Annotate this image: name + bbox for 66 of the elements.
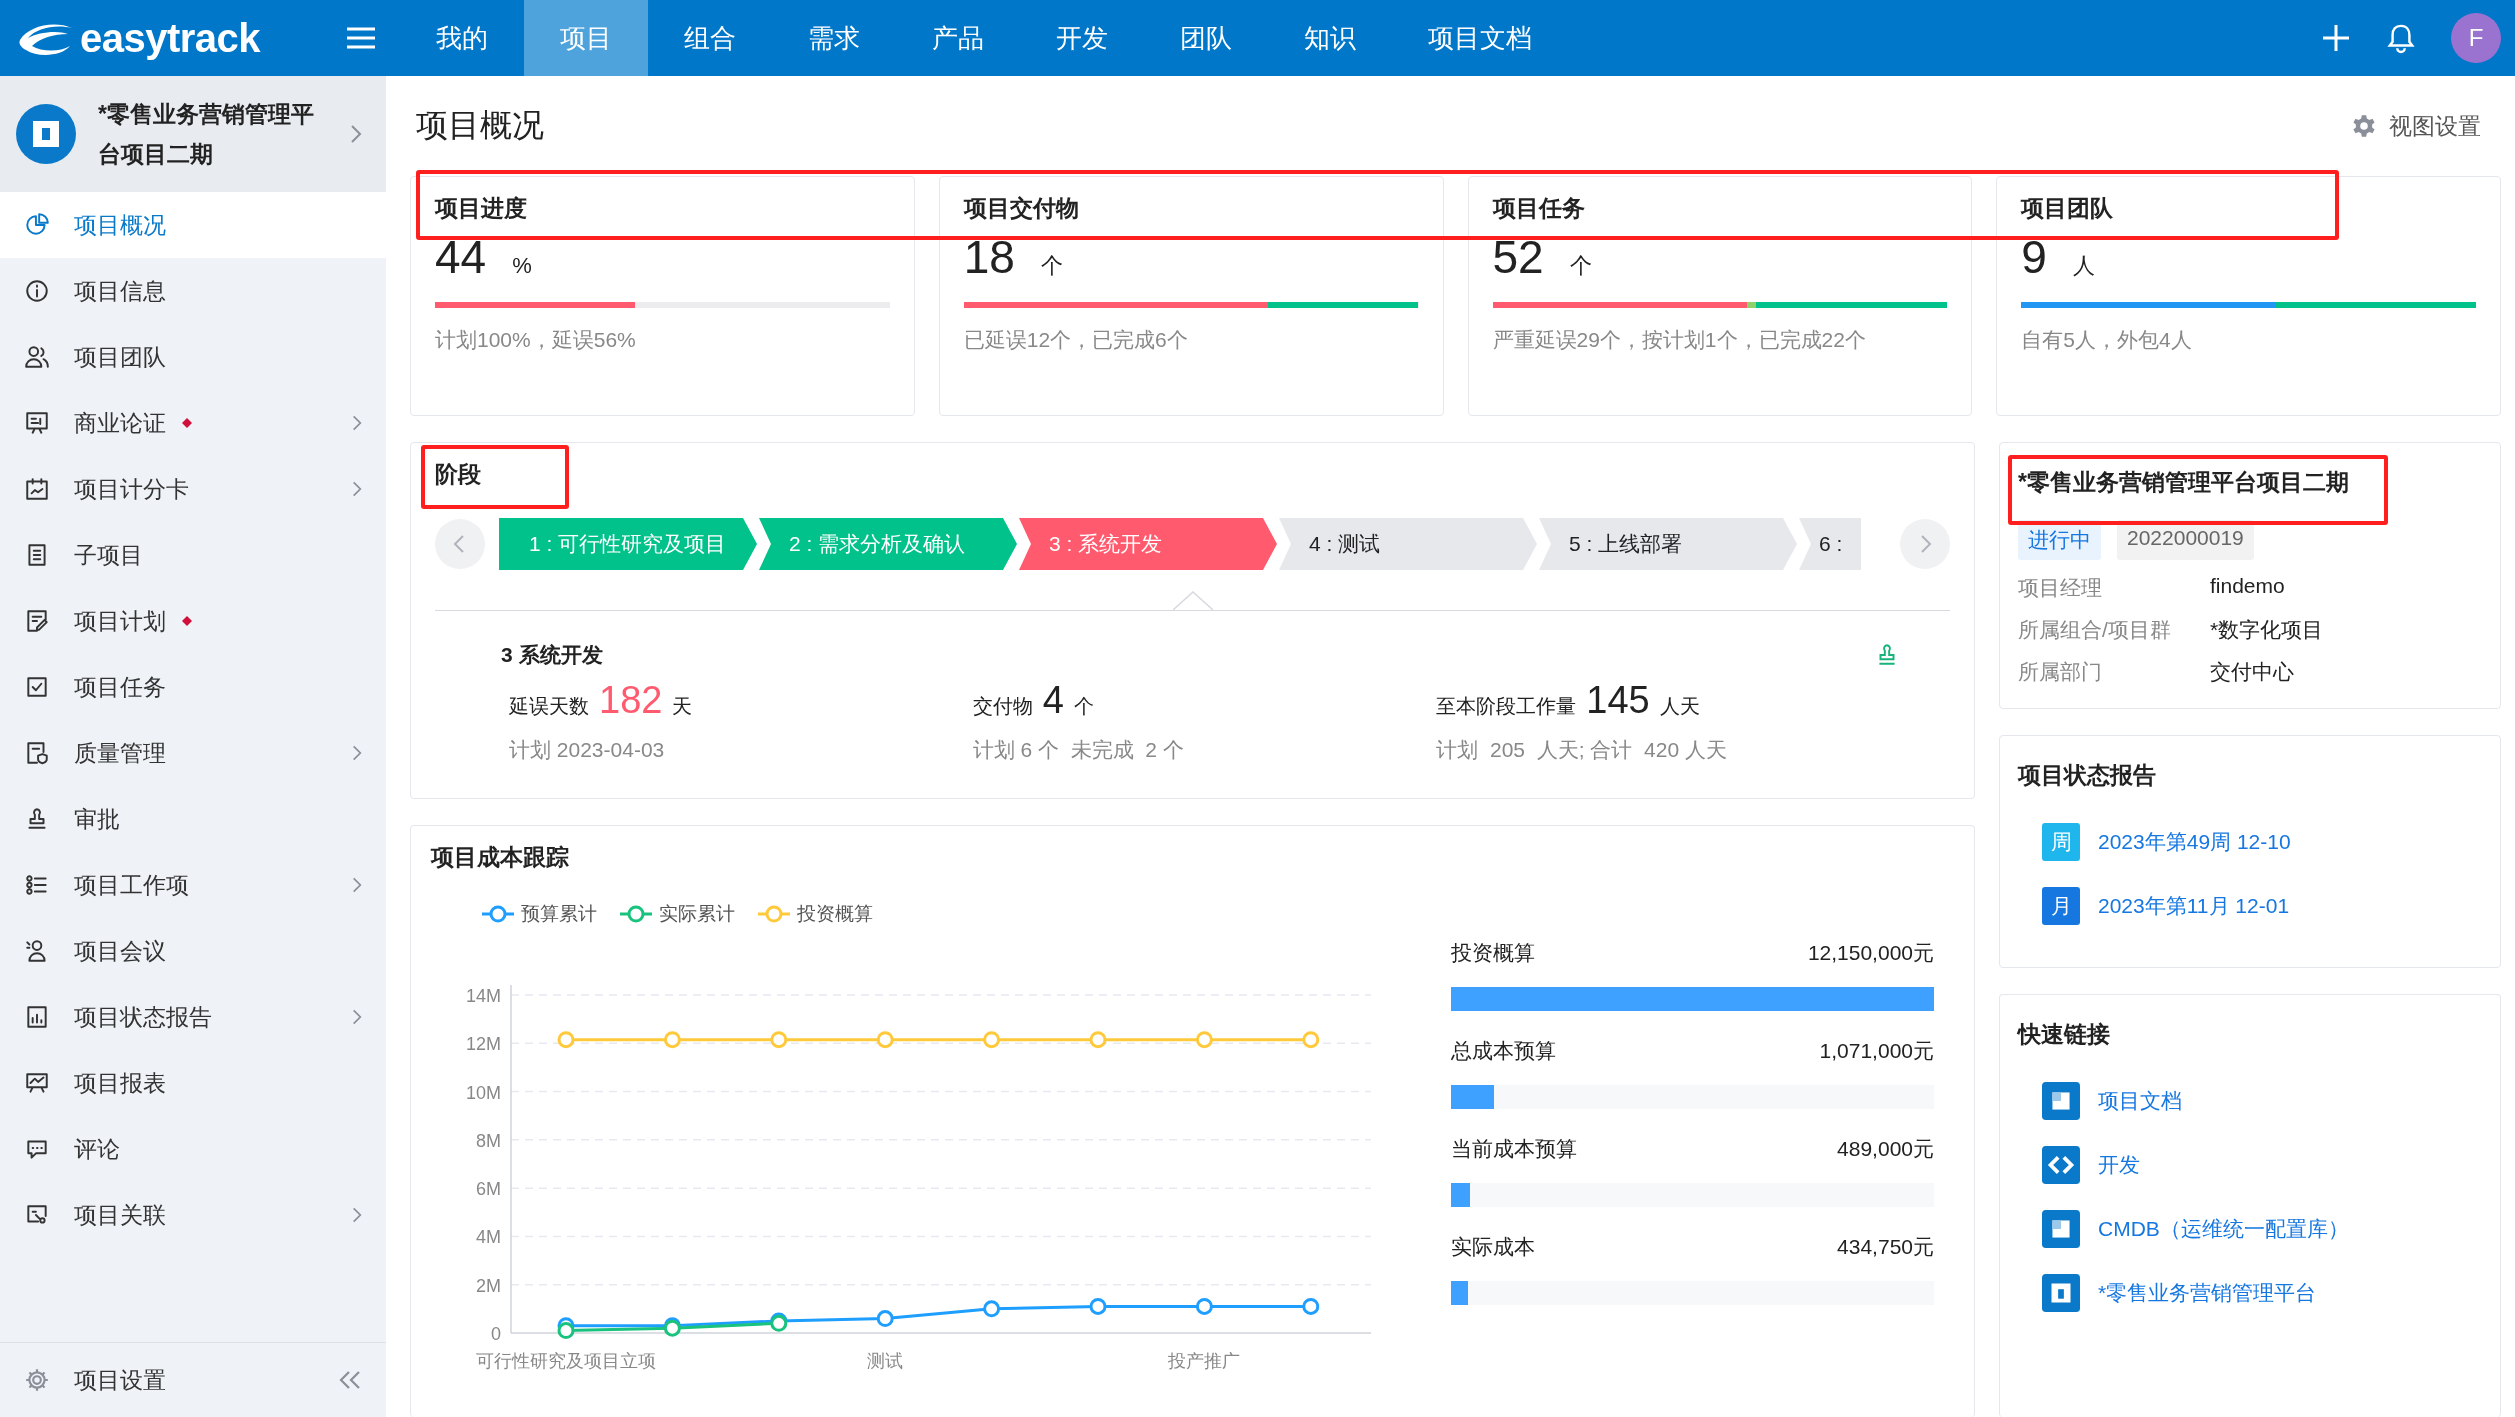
metric-unit: 个 — [1073, 694, 1094, 719]
status-tag: 进行中 — [2018, 520, 2101, 560]
stat-unit: 个 — [1569, 252, 1592, 280]
field-value: *数字化项目 — [2210, 617, 2324, 643]
metric-detail: 计划 2023-04-03 — [509, 737, 666, 763]
stat-value: 18 — [963, 230, 1015, 284]
card-title: 项目成本跟踪 — [431, 843, 570, 872]
axis-label: 8M — [476, 1130, 501, 1151]
stat-unit: % — [512, 253, 532, 279]
project-name: *零售业务营销管理平台项目二期 — [98, 100, 315, 169]
cost-label: 实际成本 — [1451, 1234, 1535, 1260]
stage-name: 3 系统开发 — [501, 642, 603, 668]
axis-label: 14M — [466, 986, 501, 1006]
cost-amount: 1,071,000元 — [1819, 1038, 1934, 1064]
card-title: 项目任务 — [1492, 194, 1586, 223]
cost-label: 总成本预算 — [1451, 1038, 1556, 1064]
report-type-badge: 月 — [2042, 887, 2080, 925]
metric-label: 至本阶段工作量 — [1436, 694, 1577, 719]
cost-amount: 12,150,000元 — [1807, 940, 1934, 966]
card-title: 项目状态报告 — [2018, 761, 2157, 790]
stat-value: 9 — [2021, 230, 2047, 284]
card-title: 项目进度 — [435, 194, 528, 223]
metric-label: 延误天数 — [509, 694, 589, 719]
metric-label: 交付物 — [972, 694, 1033, 719]
axis-label: 可行性研究及项目立项 — [476, 1351, 656, 1371]
page-title: 项目概况 — [415, 106, 544, 145]
field-label: 所属组合/项目群 — [2018, 617, 2172, 643]
metric-unit: 天 — [672, 694, 693, 719]
field-label: 所属部门 — [2018, 659, 2103, 685]
metric-unit: 人天 — [1659, 694, 1700, 719]
stat-summary: 计划100%，延误56% — [435, 327, 637, 353]
axis-label: 0 — [491, 1324, 501, 1344]
axis-label: 投产推广 — [1168, 1351, 1241, 1371]
card-title: 阶段 — [435, 460, 482, 489]
card-title: 快速链接 — [2018, 1020, 2111, 1049]
metric-value: 4 — [1042, 679, 1064, 722]
axis-label: 2M — [476, 1275, 501, 1296]
card-title: *零售业务营销管理平台项目二期 — [2018, 468, 2350, 497]
stat-summary: 已延误12个，已完成6个 — [963, 327, 1189, 353]
stat-unit: 个 — [1040, 252, 1063, 280]
stat-value: 52 — [1492, 230, 1544, 284]
field-label: 项目经理 — [2018, 575, 2103, 601]
cost-amount: 434,750元 — [1837, 1234, 1934, 1260]
stat-value: 44 — [435, 230, 487, 284]
field-value: findemo — [2210, 574, 2285, 599]
field-value: 交付中心 — [2210, 659, 2294, 685]
axis-label: 10M — [466, 1082, 501, 1103]
metric-detail: 计划 6 个 未完成 2 个 — [972, 737, 1185, 763]
axis-label: 4M — [476, 1227, 501, 1248]
card-title: 项目团队 — [2021, 194, 2115, 223]
metric-value: 145 — [1586, 679, 1650, 722]
metric-value: 182 — [599, 679, 663, 722]
cost-label: 当前成本预算 — [1451, 1136, 1577, 1162]
card-title: 项目交付物 — [963, 194, 1080, 223]
logo-text: easytrack — [80, 15, 261, 61]
axis-label: 测试 — [867, 1351, 904, 1371]
stat-summary: 严重延误29个，按计划1个，已完成22个 — [1492, 327, 1867, 353]
code-tag: 2022000019 — [2117, 520, 2254, 560]
stat-summary: 自有5人，外包4人 — [2021, 327, 2193, 353]
metric-detail: 计划 205 人天; 合计 420 人天 — [1436, 737, 1728, 763]
report-type-badge: 周 — [2042, 823, 2080, 861]
cost-label: 投资概算 — [1451, 940, 1535, 966]
axis-label: 6M — [476, 1179, 501, 1200]
stat-unit: 人 — [2072, 252, 2095, 280]
cost-amount: 489,000元 — [1837, 1136, 1934, 1162]
axis-label: 12M — [466, 1034, 501, 1055]
